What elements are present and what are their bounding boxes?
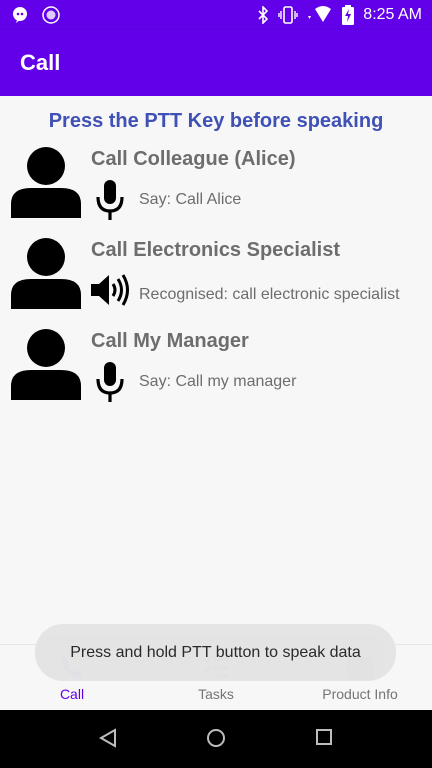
toast-message: Press and hold PTT button to speak data [35, 624, 396, 681]
nav-label: Call [59, 686, 85, 702]
wifi-icon [308, 6, 332, 22]
speaker-icon [91, 274, 129, 306]
status-time: 8:25 AM [363, 6, 422, 23]
microphone-icon [96, 180, 124, 220]
home-icon[interactable] [206, 728, 226, 748]
person-icon [11, 147, 81, 218]
status-bar: 8:25 AM [0, 0, 432, 30]
nav-label: Product Info [322, 686, 398, 702]
ptt-instruction: Press the PTT Key before speaking [48, 110, 384, 132]
back-icon[interactable] [98, 728, 118, 748]
contact-item-alice[interactable]: Call Colleague (Alice) Say: Call Alice [0, 144, 432, 232]
contact-name: Call Electronics Specialist [91, 239, 340, 261]
message-bubble-icon [13, 7, 27, 23]
vibrate-icon [278, 6, 298, 24]
app-dots-icon [42, 6, 60, 24]
toast-text: Press and hold PTT button to speak data [70, 644, 361, 661]
person-icon [11, 329, 81, 400]
system-navigation-bar [0, 710, 432, 768]
contact-status: Say: Call Alice [139, 191, 242, 208]
contact-name: Call Colleague (Alice) [91, 148, 296, 170]
app-bar: Call [0, 30, 432, 96]
contact-status: Recognised: call electronic specialist [139, 286, 400, 303]
nav-label: Tasks [198, 686, 234, 702]
contact-item-electronics-specialist[interactable]: Call Electronics Specialist Recognised: … [0, 235, 432, 323]
contact-status: Say: Call my manager [139, 373, 297, 390]
microphone-icon [96, 362, 124, 402]
contact-name: Call My Manager [91, 330, 249, 352]
call-list-screen: Press the PTT Key before speaking Call C… [0, 96, 432, 644]
contact-item-manager[interactable]: Call My Manager Say: Call my manager [0, 326, 432, 414]
recents-icon[interactable] [315, 728, 333, 746]
person-icon [11, 238, 81, 309]
battery-charging-icon [342, 5, 355, 25]
bluetooth-icon [258, 6, 269, 24]
page-title: Call [20, 50, 61, 75]
